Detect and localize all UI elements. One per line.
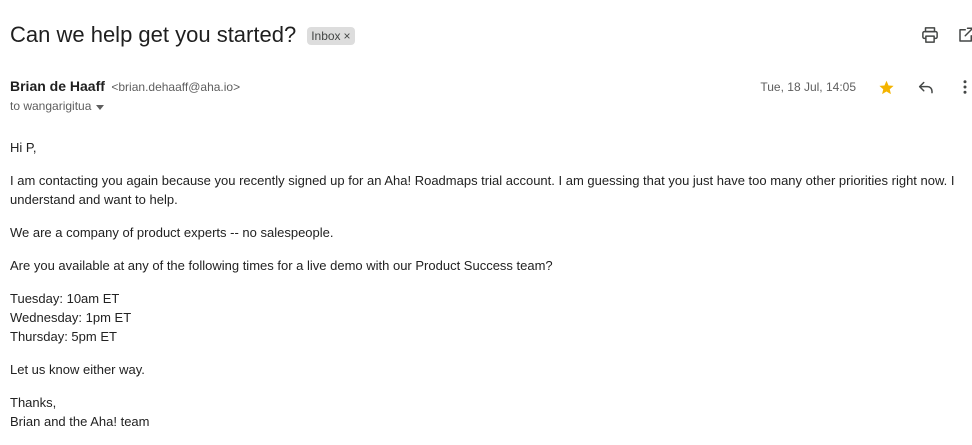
sender-name[interactable]: Brian de Haaff	[10, 78, 105, 94]
caret-down-icon[interactable]	[96, 104, 105, 110]
star-icon[interactable]	[876, 77, 896, 97]
open-in-new-window-icon[interactable]	[956, 25, 972, 45]
inbox-label-chip[interactable]: Inbox ×	[307, 27, 355, 45]
email-body: Hi P, I am contacting you again because …	[10, 138, 966, 445]
email-subject: Can we help get you started?	[10, 22, 297, 47]
more-vertical-icon[interactable]	[955, 77, 972, 97]
email-date: Tue, 18 Jul, 14:05	[760, 80, 856, 94]
body-paragraph-2: We are a company of product experts -- n…	[10, 225, 334, 240]
reply-icon[interactable]	[916, 77, 936, 97]
print-icon[interactable]	[920, 25, 940, 45]
body-paragraph-4: Let us know either way.	[10, 362, 145, 377]
greeting: Hi P,	[10, 140, 37, 155]
body-paragraph-1: I am contacting you again because you re…	[10, 173, 955, 207]
body-paragraph-3: Are you available at any of the followin…	[10, 258, 553, 273]
time-option: Tuesday: 10am ET	[10, 291, 120, 306]
recipient-details-toggle[interactable]: to wangarigitua	[10, 99, 105, 113]
signoff-line: Thanks,	[10, 395, 57, 410]
label-name: Inbox	[311, 29, 341, 43]
recipient-text: to wangarigitua	[10, 99, 92, 113]
signature: Brian and the Aha! team	[10, 414, 150, 429]
time-option: Thursday: 5pm ET	[10, 329, 117, 344]
signoff: Thanks, Brian and the Aha! team	[10, 393, 966, 431]
sender-info: Brian de Haaff <brian.dehaaff@aha.io>	[10, 78, 240, 96]
remove-label-button[interactable]: ×	[344, 29, 351, 43]
times-list: Tuesday: 10am ET Wednesday: 1pm ET Thurs…	[10, 289, 966, 346]
subject-header: Can we help get you started? Inbox ×	[10, 20, 355, 50]
time-option: Wednesday: 1pm ET	[10, 310, 132, 325]
sender-email: <brian.dehaaff@aha.io>	[111, 80, 241, 94]
